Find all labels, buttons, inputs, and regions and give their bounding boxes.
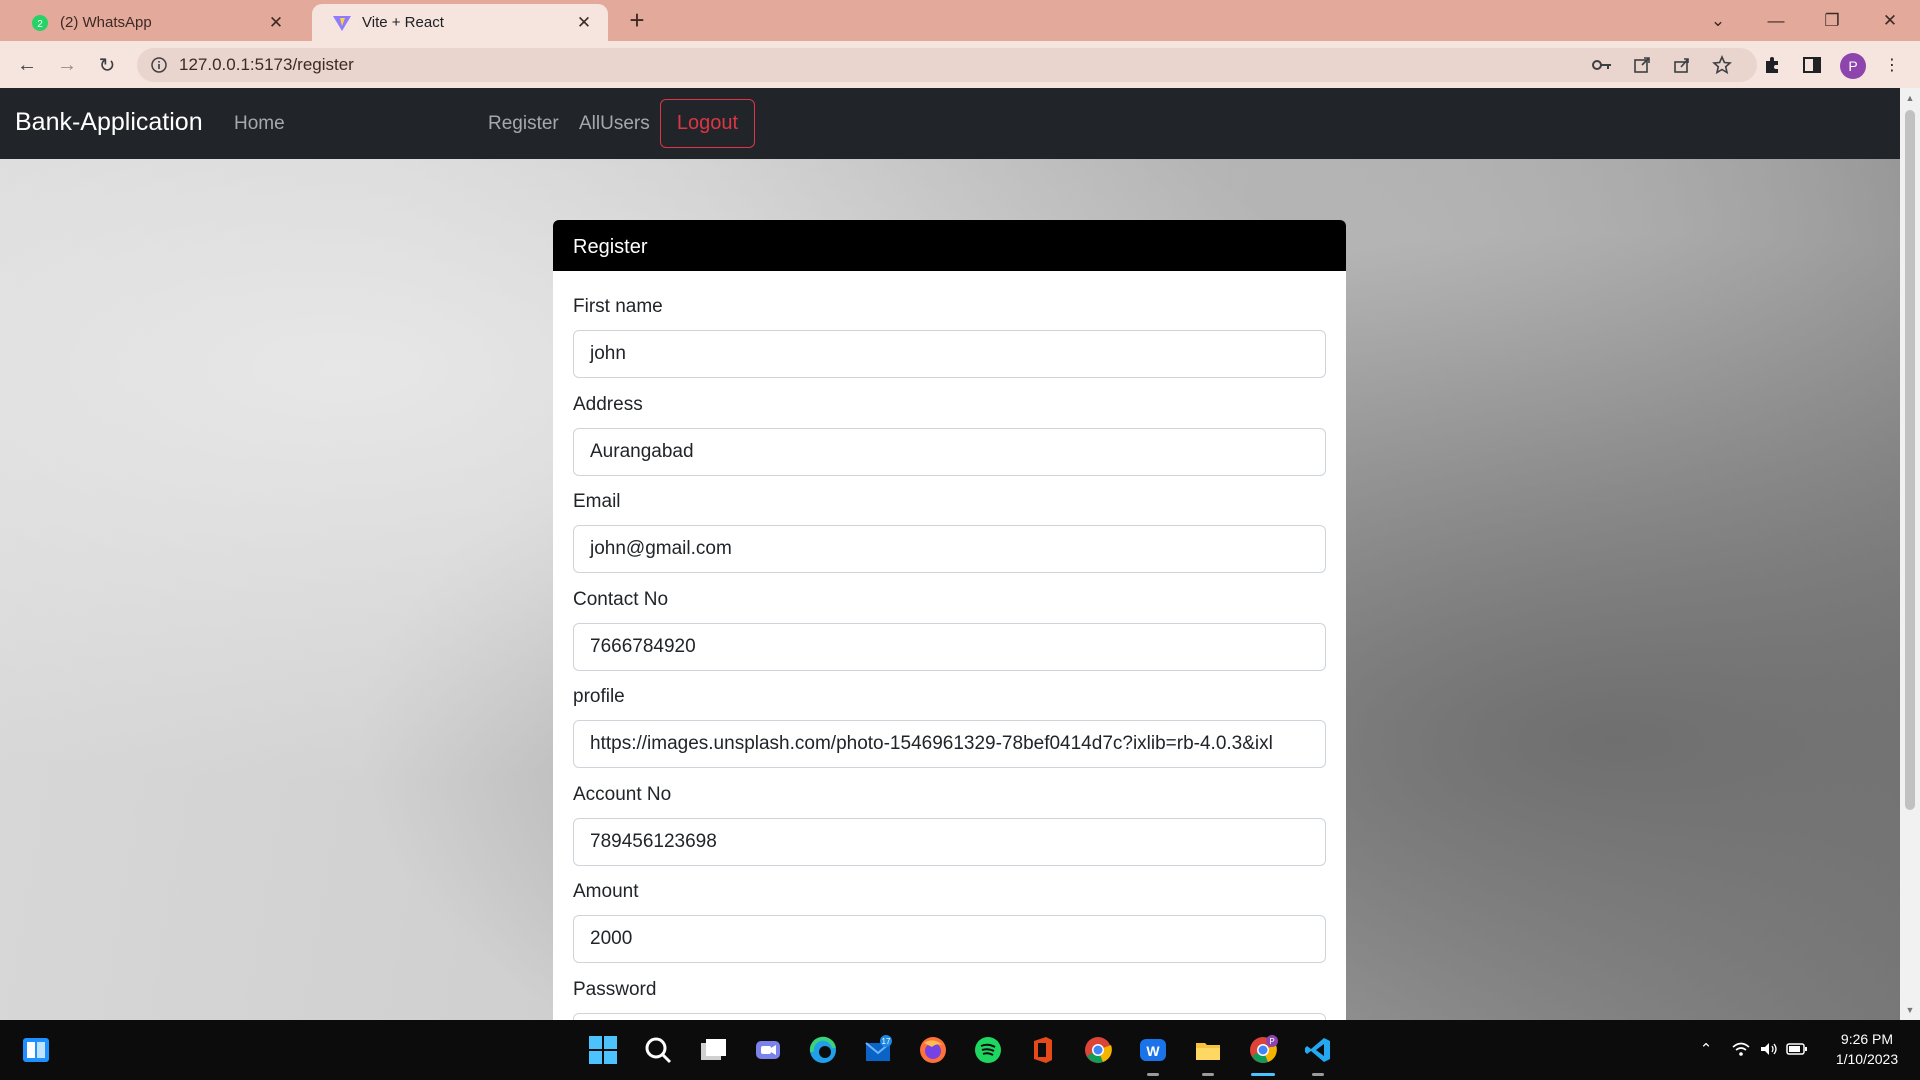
extensions-icon[interactable] — [1760, 53, 1784, 77]
edge-icon[interactable] — [805, 1032, 841, 1068]
running-indicator — [1312, 1073, 1324, 1076]
forward-button[interactable]: → — [53, 51, 81, 79]
spotify-icon[interactable] — [970, 1032, 1006, 1068]
scroll-down-icon[interactable]: ▼ — [1905, 1005, 1915, 1015]
chrome-profile-badge: P — [1269, 1037, 1274, 1046]
browser-menu-icon[interactable]: ⋮ — [1880, 53, 1904, 77]
nav-home[interactable]: Home — [234, 113, 285, 135]
email-label: Email — [573, 491, 621, 512]
teams-icon[interactable] — [750, 1032, 786, 1068]
amount-group: Amount 2000 — [573, 856, 1326, 963]
new-tab-button[interactable]: + — [624, 7, 650, 34]
task-view-icon[interactable] — [695, 1032, 731, 1068]
profile-group: profile https://images.unsplash.com/phot… — [573, 661, 1326, 768]
tab-whatsapp[interactable]: 2 (2) WhatsApp ✕ — [10, 4, 300, 41]
email-group: Email john@gmail.com — [573, 466, 1326, 573]
tab-title: (2) WhatsApp — [60, 14, 152, 31]
search-icon[interactable] — [640, 1032, 676, 1068]
brand-link[interactable]: Bank-Application — [15, 108, 203, 137]
first-name-label: First name — [573, 296, 663, 317]
password-group: Password — [573, 954, 1326, 1020]
address-label: Address — [573, 393, 643, 415]
windows-start-icon[interactable] — [585, 1032, 621, 1068]
restore-button[interactable]: ❐ — [1804, 0, 1860, 41]
svg-text:W: W — [1146, 1043, 1160, 1059]
share-icon[interactable] — [1670, 53, 1694, 77]
first-name-group: First name john — [573, 271, 1326, 378]
register-form: First name john Address Aurangabad Email… — [553, 271, 1346, 1020]
firefox-icon[interactable] — [915, 1032, 951, 1068]
widgets-icon[interactable] — [18, 1032, 54, 1068]
running-indicator — [1202, 1073, 1214, 1076]
nav-register[interactable]: Register — [488, 113, 559, 135]
close-tab-icon[interactable]: ✕ — [574, 13, 594, 33]
logout-button[interactable]: Logout — [660, 99, 755, 148]
contact-group: Contact No 7666784920 — [573, 564, 1326, 671]
app-navbar: Bank-Application Home Register AllUsers … — [0, 88, 1900, 159]
system-clock[interactable]: 9:26 PM 1/10/2023 — [1822, 1029, 1912, 1069]
page-viewport: Bank-Application Home Register AllUsers … — [0, 88, 1900, 1020]
mail-badge: 17 — [882, 1037, 891, 1046]
show-hidden-icons-chevron[interactable]: ⌃ — [1695, 1038, 1717, 1060]
back-button[interactable]: ← — [13, 51, 41, 79]
svg-text:2: 2 — [37, 19, 43, 30]
key-icon[interactable] — [1590, 53, 1614, 77]
clock-time: 9:26 PM — [1840, 1031, 1894, 1047]
account-no-label: Account No — [573, 783, 672, 805]
account-no-group: Account No 789456123698 — [573, 759, 1326, 866]
wifi-icon[interactable] — [1730, 1038, 1752, 1060]
volume-icon[interactable] — [1758, 1038, 1780, 1060]
open-in-app-icon[interactable] — [1630, 53, 1654, 77]
reload-button[interactable]: ↻ — [93, 51, 121, 79]
password-label: Password — [573, 978, 657, 1000]
browser-tab-bar: 2 (2) WhatsApp ✕ Vite + React ✕ + ⌄ — ❐ … — [0, 0, 1920, 41]
close-window-button[interactable]: ✕ — [1862, 0, 1918, 41]
profile-label: profile — [573, 686, 625, 707]
close-tab-icon[interactable]: ✕ — [266, 13, 286, 33]
nav-all-users[interactable]: AllUsers — [579, 113, 650, 135]
site-info-icon[interactable] — [149, 55, 169, 75]
running-indicator — [1147, 1073, 1159, 1076]
profile-avatar[interactable]: P — [1840, 53, 1866, 79]
card-header: Register — [553, 220, 1346, 271]
amount-label: Amount — [573, 881, 639, 902]
active-indicator — [1251, 1073, 1275, 1076]
file-explorer-icon[interactable] — [1190, 1032, 1226, 1068]
chrome-profile-icon[interactable]: P — [1245, 1032, 1281, 1068]
password-input[interactable] — [573, 1012, 1326, 1020]
webstorm-icon[interactable]: W — [1135, 1032, 1171, 1068]
scrollbar-thumb[interactable] — [1905, 110, 1915, 810]
mail-icon[interactable]: 17 — [860, 1032, 896, 1068]
address-group: Address Aurangabad — [573, 369, 1326, 476]
chrome-icon[interactable] — [1080, 1032, 1116, 1068]
register-card: Register First name john Address Auranga… — [553, 220, 1346, 1020]
vscode-icon[interactable] — [1300, 1032, 1336, 1068]
scroll-up-icon[interactable]: ▲ — [1905, 93, 1915, 103]
vite-icon — [332, 13, 352, 33]
bookmark-star-icon[interactable] — [1710, 53, 1734, 77]
clock-date: 1/10/2023 — [1835, 1051, 1899, 1067]
taskbar: 17 W P ⌃ 9:26 PM 1/10/2023 — [0, 1020, 1920, 1080]
office-icon[interactable] — [1025, 1032, 1061, 1068]
whatsapp-icon: 2 — [30, 13, 50, 33]
page-scrollbar[interactable]: ▲ ▼ — [1900, 88, 1920, 1020]
url-text: 127.0.0.1:5173/register — [179, 55, 354, 74]
minimize-button[interactable]: — — [1748, 0, 1804, 41]
contact-label: Contact No — [573, 588, 669, 610]
tab-search-chevron-icon[interactable]: ⌄ — [1690, 0, 1746, 41]
battery-icon[interactable] — [1786, 1038, 1808, 1060]
side-panel-icon[interactable] — [1800, 53, 1824, 77]
tab-vite-react[interactable]: Vite + React ✕ — [312, 4, 608, 41]
address-bar[interactable]: 127.0.0.1:5173/register — [137, 48, 1757, 82]
tab-title: Vite + React — [362, 14, 444, 31]
